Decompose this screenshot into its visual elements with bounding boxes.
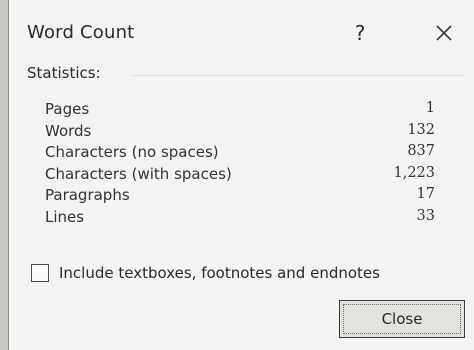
- word-count-dialog: Word Count ? Statistics: Pages 1 Words 1…: [8, 0, 474, 350]
- close-icon[interactable]: [429, 18, 459, 48]
- statistics-list: Pages 1 Words 132 Characters (no spaces)…: [45, 100, 435, 229]
- statistics-group-label: Statistics:: [27, 64, 101, 82]
- stat-value: 1,223: [393, 164, 435, 181]
- stat-row-pages: Pages 1: [45, 100, 435, 122]
- stat-value: 33: [416, 207, 435, 224]
- stat-label: Characters (with spaces): [45, 164, 232, 183]
- include-textboxes-checkbox[interactable]: [31, 264, 49, 282]
- stat-label: Paragraphs: [45, 186, 130, 204]
- close-button[interactable]: Close: [339, 300, 465, 338]
- stat-row-lines: Lines 33: [45, 208, 435, 230]
- stat-label: Lines: [45, 207, 85, 226]
- stat-row-characters-no-spaces: Characters (no spaces) 837: [45, 143, 435, 165]
- include-textboxes-option[interactable]: Include textboxes, footnotes and endnote…: [31, 262, 471, 286]
- stat-label: Characters (no spaces): [45, 143, 219, 161]
- dialog-title: Word Count: [27, 22, 135, 43]
- stat-value: 132: [407, 121, 435, 138]
- dialog-titlebar: Word Count ?: [9, 0, 474, 64]
- stat-value: 837: [407, 143, 435, 159]
- stat-row-paragraphs: Paragraphs 17: [45, 186, 435, 208]
- stat-label: Words: [45, 121, 92, 140]
- stat-row-characters-with-spaces: Characters (with spaces) 1,223: [45, 165, 435, 187]
- stat-value: 1: [425, 100, 435, 116]
- stat-value: 17: [416, 186, 435, 202]
- stat-label: Pages: [45, 100, 90, 118]
- stat-row-words: Words 132: [45, 122, 435, 144]
- group-divider: [133, 75, 465, 76]
- include-textboxes-label: Include textboxes, footnotes and endnote…: [59, 264, 380, 282]
- close-button-label: Close: [343, 304, 461, 334]
- help-button[interactable]: ?: [345, 18, 375, 48]
